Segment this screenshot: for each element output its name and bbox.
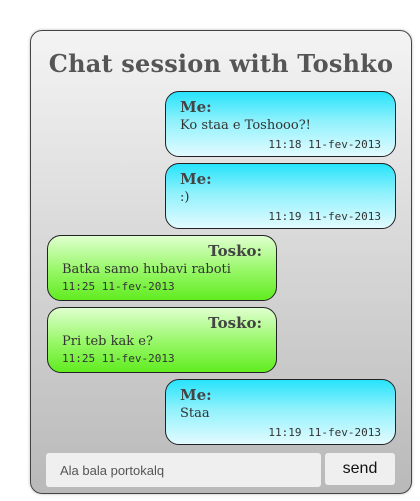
message-timestamp: 11:19 11-fev-2013 — [268, 426, 381, 439]
message-sender: Me: — [180, 386, 212, 404]
message-text: Batka samo hubavi raboti — [62, 262, 231, 277]
message-timestamp: 11:19 11-fev-2013 — [268, 210, 381, 223]
message-bubble-me: Me: Staa 11:19 11-fev-2013 — [165, 379, 396, 445]
message-text: Pri teb kak e? — [62, 334, 153, 349]
chat-window: Chat session with Toshko Me: Ko staa e T… — [30, 30, 412, 494]
message-sender: Me: — [180, 98, 212, 116]
message-text: Staa — [180, 406, 210, 421]
message-timestamp: 11:25 11-fev-2013 — [62, 280, 175, 293]
message-bubble-other: Tosko: Batka samo hubavi raboti 11:25 11… — [47, 235, 277, 301]
message-bubble-me: Me: Ko staa e Toshooo?! 11:18 11-fev-201… — [165, 91, 396, 157]
message-sender: Me: — [180, 170, 212, 188]
message-bubble-other: Tosko: Pri teb kak e? 11:25 11-fev-2013 — [47, 307, 277, 373]
message-sender: Tosko: — [208, 242, 262, 260]
message-text: :) — [180, 190, 190, 205]
message-sender: Tosko: — [208, 314, 262, 332]
message-timestamp: 11:25 11-fev-2013 — [62, 352, 175, 365]
message-input[interactable] — [46, 453, 321, 487]
message-text: Ko staa e Toshooo?! — [180, 118, 311, 133]
send-button[interactable]: send — [325, 453, 395, 485]
chat-title: Chat session with Toshko — [48, 49, 394, 78]
message-bubble-me: Me: :) 11:19 11-fev-2013 — [165, 163, 396, 229]
message-timestamp: 11:18 11-fev-2013 — [268, 138, 381, 151]
